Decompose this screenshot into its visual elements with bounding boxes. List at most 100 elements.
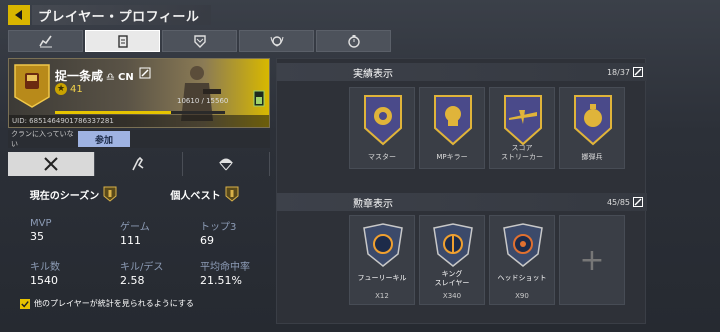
mode-tabs [8, 152, 270, 176]
achievements-title: 実績表示 [353, 68, 393, 80]
medals-count-text: 45/85 [606, 197, 630, 207]
clan-emblem-icon [14, 64, 50, 108]
share-stats-row[interactable]: 他のプレイヤーが統計を見られるようにする [20, 298, 194, 309]
stat-top3: トップ3 69 [200, 218, 236, 247]
header: プレイヤー・プロフィール [8, 4, 212, 26]
back-arrow-icon [15, 10, 22, 20]
medal-count: X340 [442, 292, 462, 300]
headshot-medal-icon [503, 223, 543, 267]
personal-best: 個人ベスト [139, 186, 270, 202]
achievements-header: 実績表示 18/37 [277, 63, 647, 81]
parachute-icon [218, 158, 233, 171]
uid-text: UID: 6851464901786337281 [9, 115, 269, 127]
stat-label: トップ3 [200, 222, 237, 233]
back-button[interactable] [8, 5, 30, 25]
level-star-icon: ★ [55, 83, 67, 95]
stat-value: 21.51% [200, 274, 242, 287]
medal-count: X90 [515, 292, 529, 300]
stopwatch-icon [347, 35, 360, 48]
achievements-count-text: 18/37 [606, 67, 630, 77]
edit-icon[interactable] [139, 67, 151, 79]
stat-value: 2.58 [120, 274, 145, 287]
plus-icon: + [579, 242, 605, 278]
achievement-list: マスター MPキラー スコア ストリーカー 擲弾兵 [349, 87, 625, 169]
stat-label: キル数 [30, 262, 60, 273]
stat-accuracy: 平均命中率 21.51% [200, 258, 250, 287]
tab-badge[interactable] [162, 30, 237, 52]
stat-label: ゲーム [120, 222, 150, 233]
tab-mode-mp[interactable] [8, 152, 96, 176]
achievement-label: マスター [368, 153, 396, 161]
medal-label: ヘッドショット [497, 274, 547, 282]
king-slayer-medal-icon [433, 223, 473, 267]
edit-icon[interactable] [633, 197, 643, 207]
achievement-score-streaker[interactable]: スコア ストリーカー [489, 87, 555, 169]
stat-value: 1540 [30, 274, 58, 287]
profile-card: 捉一条咸 ♎ CN ★ 41 10610 / 15560 UID: 68514649… [8, 58, 270, 128]
tab-stats[interactable] [8, 30, 83, 52]
share-stats-label: 他のプレイヤーが統計を見られるようにする [34, 299, 194, 308]
medal-count: X12 [375, 292, 389, 300]
right-panel: 実績表示 18/37 マスター MPキラー スコア ストリーカー 擲弾兵 勲章表… [276, 58, 647, 324]
stat-label: キル/デス [120, 262, 164, 273]
stat-kills: キル数 1540 [30, 258, 60, 287]
player-name: 捉一条咸 ♎ CN [55, 67, 134, 84]
add-medal-button[interactable]: + [559, 215, 625, 305]
tab-wreath[interactable] [239, 30, 314, 52]
stat-games: ゲーム 111 [120, 218, 150, 247]
season-row: 現在のシーズン 個人ベスト [8, 184, 270, 204]
xp-fill [55, 111, 171, 114]
current-season-label: 現在のシーズン [29, 190, 100, 202]
player-name-text: 捉一条咸 [55, 69, 104, 83]
achievement-label: MPキラー [436, 153, 468, 161]
stat-value: 111 [120, 234, 141, 247]
medals-title: 勲章表示 [353, 198, 393, 210]
region-prefix: ♎ [106, 72, 115, 83]
battery-icon [253, 90, 265, 107]
checkmark-icon [21, 300, 29, 307]
medal-label: キング スレイヤー [434, 270, 470, 287]
achievement-grenadier[interactable]: 擲弾兵 [559, 87, 625, 169]
medals-count: 45/85 [607, 197, 643, 207]
level-value: 41 [70, 83, 83, 95]
top-tabs [8, 30, 391, 52]
medal-fury-kill[interactable]: フューリーキル X12 [349, 215, 415, 305]
stat-label: 平均命中率 [200, 262, 250, 273]
page-title: プレイヤー・プロフィール [32, 5, 212, 25]
master-badge-icon [364, 95, 402, 146]
region-code: CN [117, 72, 134, 83]
edit-icon[interactable] [633, 67, 643, 77]
achievement-mp-killer[interactable]: MPキラー [419, 87, 485, 169]
medal-list: フューリーキル X12 キング スレイヤー X340 ヘッドショット X90 + [349, 215, 625, 305]
achievement-label: スコア ストリーカー [501, 144, 543, 161]
left-panel: 捉一条咸 ♎ CN ★ 41 10610 / 15560 UID: 68514649… [8, 58, 270, 324]
personal-best-label: 個人ベスト [170, 190, 221, 202]
shield-badge-icon [193, 35, 206, 48]
medal-headshot[interactable]: ヘッドショット X90 [489, 215, 555, 305]
medal-king-slayer[interactable]: キング スレイヤー X340 [419, 215, 485, 305]
current-season: 現在のシーズン [8, 186, 139, 202]
clan-row: クランに入っていない 参加 [8, 130, 270, 148]
zombie-hand-icon [132, 156, 144, 171]
tab-stopwatch[interactable] [316, 30, 391, 52]
tab-mode-br[interactable] [183, 152, 270, 176]
plane-badge-icon [504, 95, 542, 146]
tab-mode-zombie[interactable] [95, 152, 183, 176]
stat-kd: キル/デス 2.58 [120, 258, 163, 287]
tab-profile[interactable] [85, 30, 160, 52]
xp-bar [55, 111, 225, 114]
crossed-weapons-icon [44, 157, 58, 171]
rank-icon [103, 186, 117, 202]
medal-label: フューリーキル [357, 274, 407, 282]
wreath-icon [270, 36, 283, 47]
fury-kill-medal-icon [363, 223, 403, 267]
clan-status: クランに入っていない [11, 130, 74, 148]
stat-label: MVP [30, 218, 52, 229]
xp-text: 10610 / 15560 [177, 97, 229, 105]
join-clan-button[interactable]: 参加 [78, 131, 130, 147]
rank-icon [225, 186, 239, 202]
stat-value: 35 [30, 230, 44, 243]
achievement-master[interactable]: マスター [349, 87, 415, 169]
share-stats-checkbox[interactable] [20, 298, 30, 309]
stat-mvp: MVP 35 [30, 218, 52, 243]
